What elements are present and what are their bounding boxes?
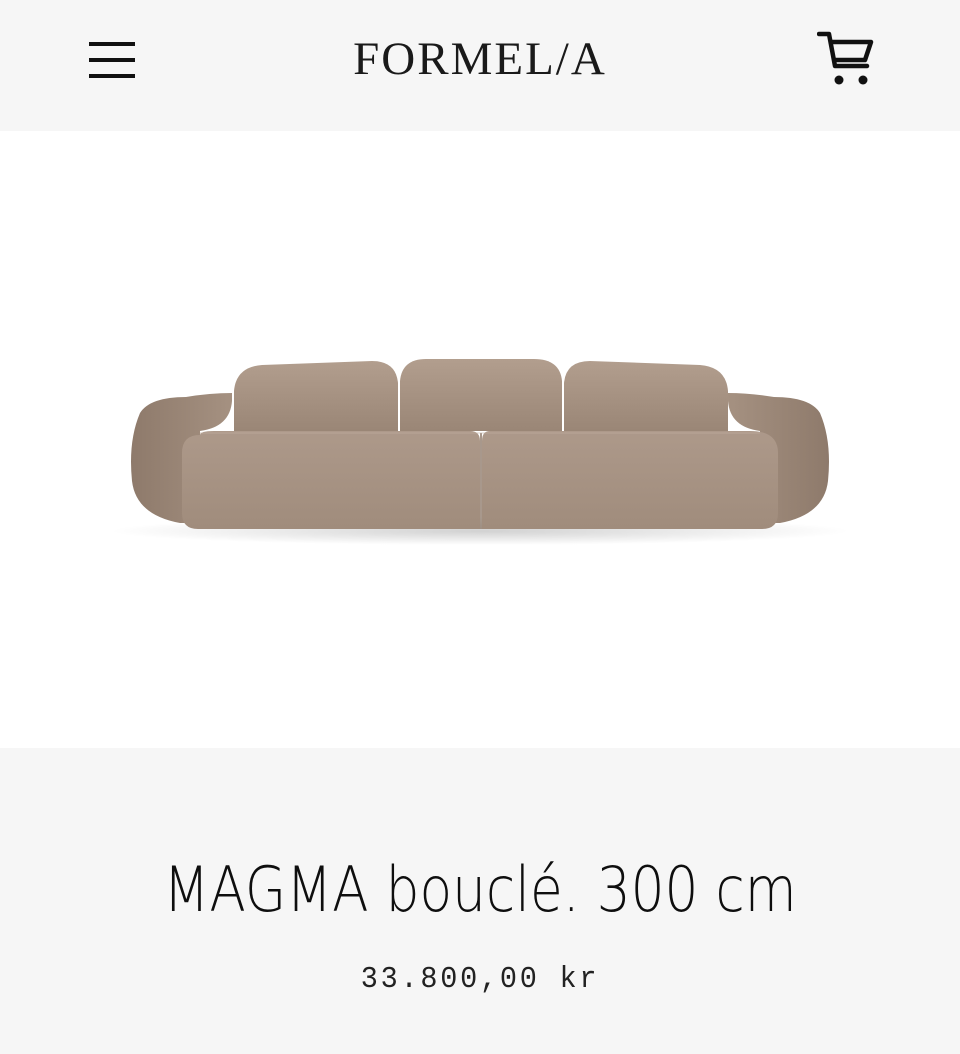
cart-button[interactable] bbox=[812, 26, 882, 92]
shopping-cart-icon bbox=[817, 31, 874, 85]
site-header: FORMEL/A bbox=[0, 0, 960, 131]
sofa-illustration bbox=[110, 359, 850, 545]
product-price: 33.800,00 kr bbox=[360, 962, 600, 997]
product-title[interactable]: MAGMA bouclé. 300 cm bbox=[67, 850, 893, 930]
product-info: MAGMA bouclé. 300 cm 33.800,00 kr bbox=[0, 748, 960, 1054]
product-image[interactable] bbox=[0, 131, 960, 748]
